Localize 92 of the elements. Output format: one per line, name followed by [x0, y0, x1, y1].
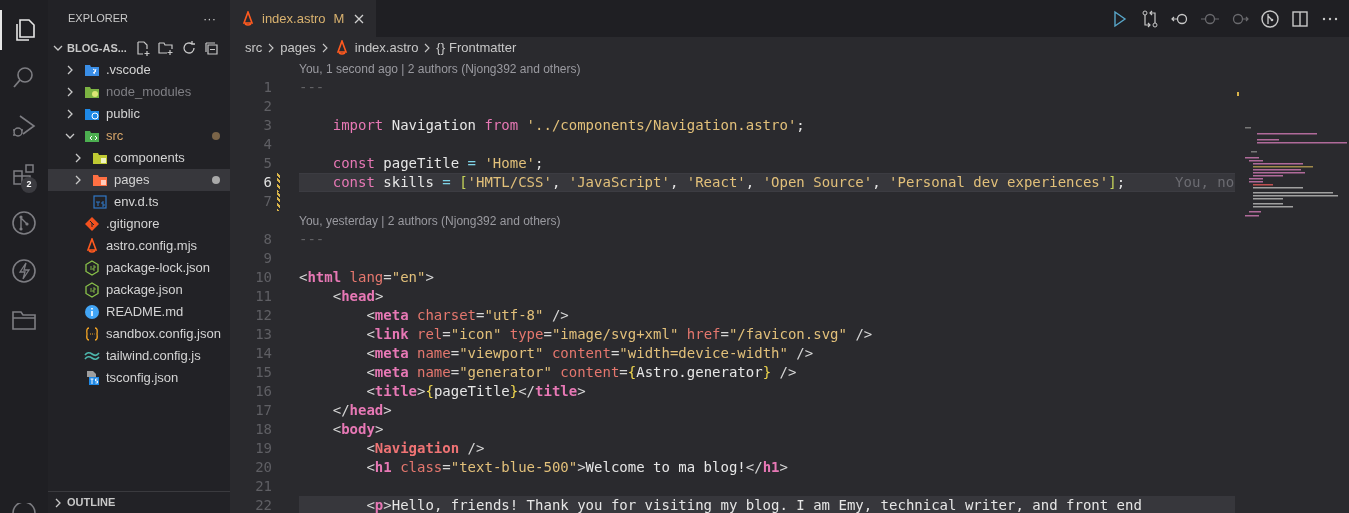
code-line: const pageTitle = 'Home'; [331, 154, 544, 173]
file-name: package.json [106, 281, 184, 300]
hexagon-file-icon [84, 282, 100, 298]
collapse-all-icon[interactable] [204, 40, 220, 56]
a-file-icon [84, 238, 100, 254]
tree-item[interactable]: tailwind.config.js [48, 345, 230, 367]
tree-item[interactable]: .vscode [48, 59, 230, 81]
run-debug-icon [11, 113, 37, 139]
blame-code-lens[interactable]: You, yesterday | 2 authors (Njong392 and others) [299, 211, 561, 230]
tree-item[interactable]: astro.config.mjs [48, 235, 230, 257]
file-name: .gitignore [106, 215, 161, 234]
tree-item[interactable]: README.md [48, 301, 230, 323]
outline-section-header[interactable]: OUTLINE [67, 494, 116, 511]
code-line: --- [299, 78, 325, 97]
project-name[interactable]: BLOG-AS... [67, 39, 130, 57]
file-name: env.d.ts [114, 193, 160, 212]
compare-changes-icon[interactable] [1141, 9, 1159, 28]
line-number: 6 [262, 173, 272, 192]
git-status: M [333, 10, 345, 29]
file-name: tailwind.config.js [106, 347, 202, 366]
breadcrumb-item[interactable]: Frontmatter [449, 38, 517, 58]
tree-item[interactable]: package.json [48, 279, 230, 301]
code-line: <meta charset="utf-8" /> [365, 306, 569, 325]
run-icon[interactable] [1111, 9, 1129, 28]
git-graph-icon[interactable] [1261, 9, 1279, 28]
notification-badge: 2 [21, 177, 37, 193]
lightning-icon [11, 258, 37, 284]
tree-item[interactable]: components [48, 147, 230, 169]
code-line: <h1 class="text-blue-500">Welcome to ma blog!</h1> [365, 458, 788, 477]
code-line: <meta name="generator" content={Astro.generator} /> [365, 363, 797, 382]
tree-item[interactable]: sandbox.config.json [48, 323, 230, 345]
sidebar-title: EXPLORER [68, 11, 128, 27]
hexagon-file-icon [84, 260, 100, 276]
breadcrumb-item[interactable]: pages [280, 38, 316, 58]
folder-icon [84, 128, 100, 144]
ts-file-icon [84, 370, 100, 386]
code-line: <title>{pageTitle}</title> [365, 382, 586, 401]
code-line: <p>Hello, friends! Thank you for visiting my blog. I am Emy, technical writer, and front end [365, 496, 1142, 513]
extensions-icon [11, 162, 37, 188]
source-control-icon [11, 210, 37, 236]
code-line: const skills = ['HMTL/CSS', 'JavaScript', 'React', 'Open Source', 'Personal dev experiences']; [331, 173, 1126, 192]
code-line: <Navigation /> [365, 439, 485, 458]
folder-name: node_modules [106, 83, 193, 102]
file-name: astro.config.mjs [106, 237, 199, 256]
tree-item[interactable]: src [48, 125, 230, 147]
folder-icon [84, 106, 100, 122]
tree-item[interactable]: tsconfig.json [48, 367, 230, 389]
code-line: </head> [331, 401, 392, 420]
folder-name: .vscode [106, 61, 152, 80]
breadcrumb-item[interactable]: src [245, 38, 263, 58]
editor-tab[interactable]: index.astro M [230, 0, 377, 37]
braces-file-icon [84, 326, 100, 342]
activity-bar-button[interactable]: 2 [0, 155, 48, 195]
split-editor-icon[interactable] [1291, 9, 1309, 28]
folder-icon [92, 172, 108, 188]
tree-item[interactable]: public [48, 103, 230, 125]
folder-name: public [106, 105, 141, 124]
code-line: <html lang="en"> [299, 268, 434, 287]
account-icon [11, 503, 37, 513]
file-name: tsconfig.json [106, 369, 180, 388]
refresh-icon[interactable] [181, 40, 197, 56]
code-line: <meta name="viewport" content="width=device-width" /> [365, 344, 814, 363]
code-line: <head> [331, 287, 384, 306]
blame-code-lens[interactable]: You, 1 second ago | 2 authors (Njong392 and others) [299, 59, 581, 78]
code-line: <body> [331, 420, 384, 439]
ts-file-icon [92, 194, 108, 210]
code-line: <link rel="icon" type="image/svg+xml" href="/favicon.svg" /> [365, 325, 873, 344]
file-name: sandbox.config.json [106, 325, 221, 344]
tree-item[interactable]: package-lock.json [48, 257, 230, 279]
tree-item[interactable]: .gitignore [48, 213, 230, 235]
code-line: --- [299, 230, 325, 249]
new-folder-icon[interactable] [158, 40, 174, 56]
tree-item[interactable]: pages [48, 169, 230, 191]
breadcrumb-item[interactable]: index.astro [333, 38, 419, 58]
more-actions-button[interactable]: ··· [203, 8, 216, 29]
tree-item[interactable]: node_modules [48, 81, 230, 103]
folder-name: pages [114, 171, 151, 190]
code-line: import Navigation from '../components/Navigation.astro'; [331, 116, 805, 135]
folder-icon [84, 62, 100, 78]
diamond-file-icon [84, 216, 100, 232]
info-icon [84, 304, 100, 320]
symbol-icon: {} [436, 38, 446, 58]
new-file-icon[interactable] [135, 40, 151, 56]
folder-name: src [106, 127, 125, 146]
folder-icon [92, 150, 108, 166]
file-name: README.md [106, 303, 185, 322]
a-file-icon [240, 11, 256, 27]
tree-item[interactable]: env.d.ts [48, 191, 230, 213]
tab-label: index.astro [262, 10, 326, 29]
folder-name: components [114, 149, 186, 168]
folder-icon [84, 84, 100, 100]
file-name: package-lock.json [106, 259, 212, 278]
